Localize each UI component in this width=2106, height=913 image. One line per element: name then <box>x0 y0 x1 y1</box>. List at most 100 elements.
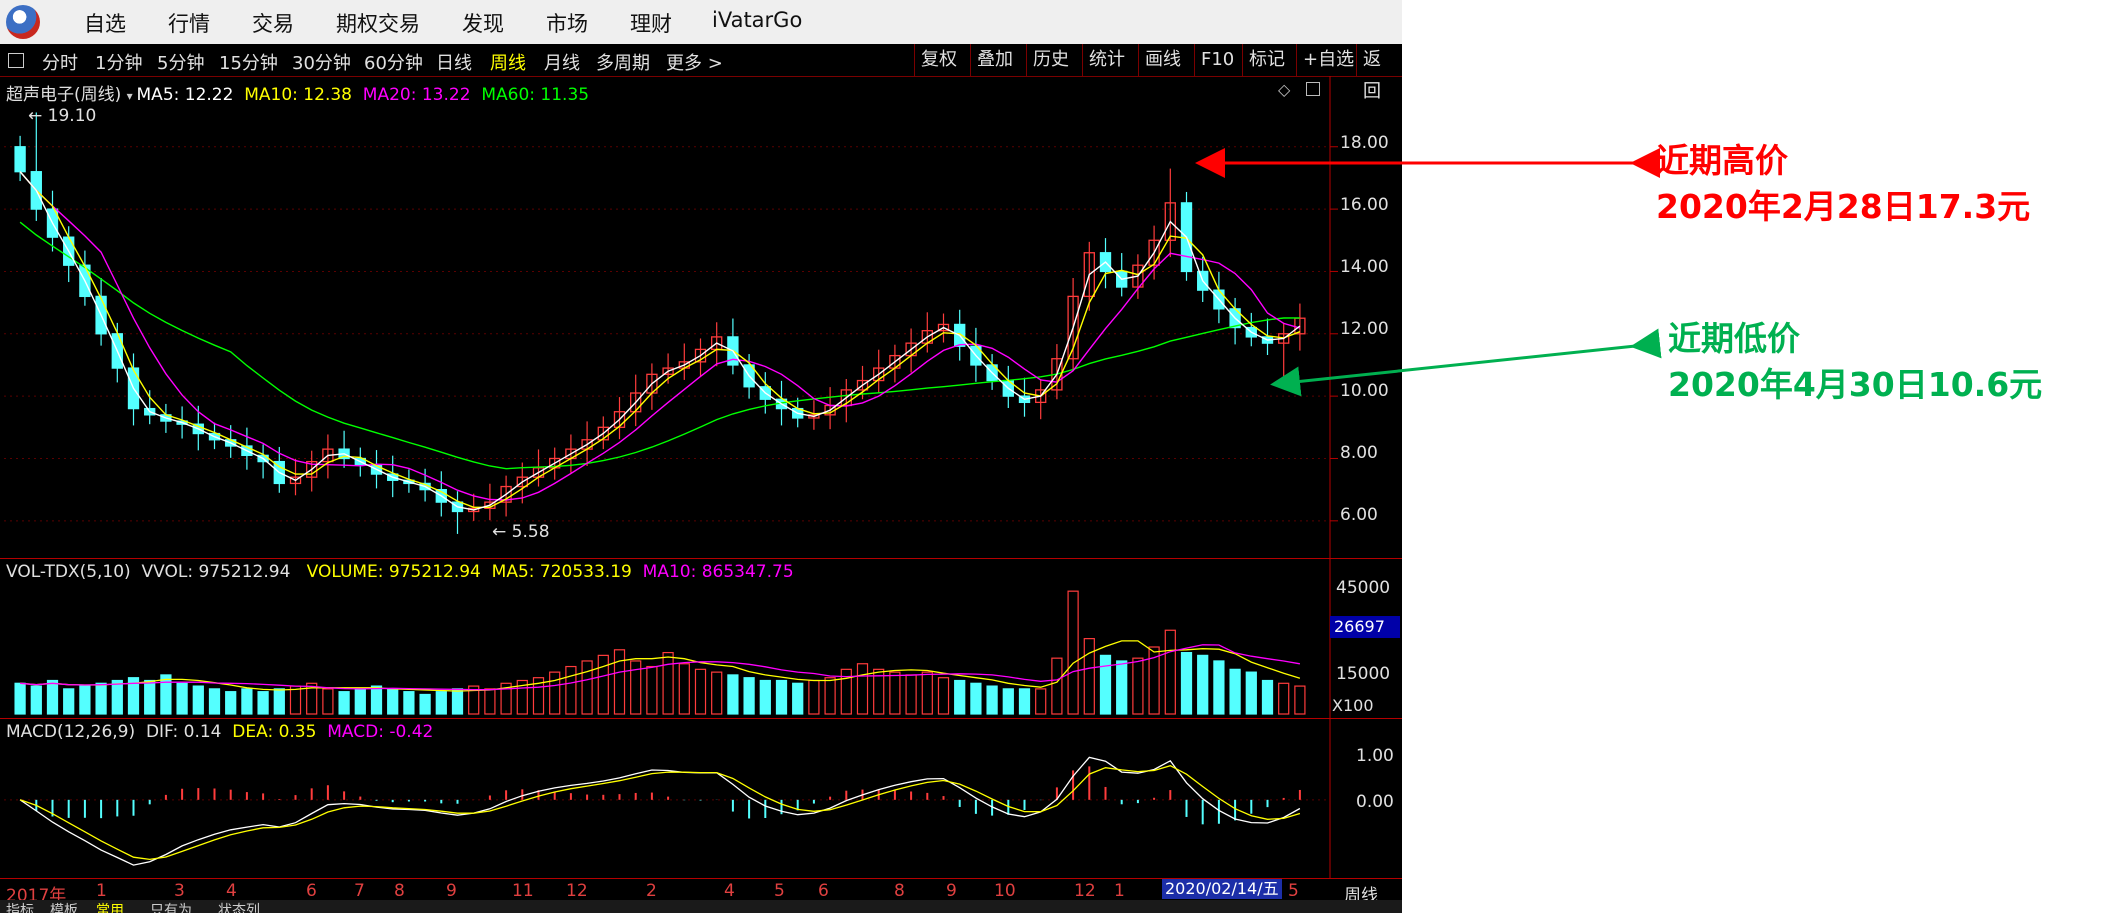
volume-bar <box>370 685 383 715</box>
volume-bar <box>273 688 285 715</box>
volume-bar <box>111 679 123 715</box>
volume-bar <box>1051 657 1063 715</box>
low-annotation-line1: 近期低价 <box>1668 319 1800 358</box>
time-label: 5 <box>774 881 785 901</box>
macd-value-label: MACD: -0.42 <box>327 722 434 742</box>
volume-bar <box>451 688 464 715</box>
price-tick: 18.00 <box>1340 133 1389 153</box>
panel-divider <box>0 558 1402 559</box>
ma10-label: MA10: 12.38 <box>244 85 352 105</box>
low-annotation-line2: 2020年4月30日10.6元 <box>1668 365 2043 404</box>
volume-bar <box>954 679 966 715</box>
tab-only[interactable]: 只有为 <box>150 900 192 913</box>
volume-bar <box>1278 682 1290 715</box>
ma10-line <box>19 171 1301 508</box>
volume-bar <box>711 671 723 715</box>
tab-indicator[interactable]: 指标 <box>6 900 34 913</box>
volume-bar <box>808 679 820 715</box>
volume-bar <box>970 682 982 715</box>
volume-bar <box>775 679 788 715</box>
time-label: 12 <box>1074 881 1096 901</box>
macd-tick: 0.00 <box>1356 792 1394 812</box>
volume-bar <box>921 671 933 715</box>
panel-toggle-icon[interactable] <box>1306 82 1320 96</box>
volume-bar <box>856 663 869 715</box>
time-label: 8 <box>394 881 405 901</box>
tab-common[interactable]: 常用 <box>96 900 124 913</box>
vol-ma5-label: MA5: 720533.19 <box>491 562 632 582</box>
volume-bar <box>1067 590 1079 715</box>
volume-bar <box>597 654 609 715</box>
volume-bar <box>387 688 399 715</box>
price-tick: 12.00 <box>1340 319 1389 339</box>
volume-bar <box>144 679 156 715</box>
volume-bar <box>1132 657 1144 715</box>
volume-bar <box>1229 668 1241 715</box>
volume-bar <box>1261 679 1274 715</box>
price-legend: 超声电子(周线) ▾ MA5: 12.22 MA10: 12.38 MA20: … <box>6 85 590 105</box>
time-axis: 2017年 1 3 4 6 7 8 9 11 12 2 4 5 6 8 9 10… <box>0 878 1402 906</box>
dea-line <box>19 765 1301 861</box>
dif-line <box>19 756 1301 866</box>
dif-label: DIF: 0.14 <box>145 722 222 742</box>
volume-bar <box>484 688 496 715</box>
high-annotation-line1: 近期高价 <box>1656 141 1788 180</box>
volume-bar <box>14 682 26 715</box>
volume-unit-label: X100 <box>1332 696 1374 715</box>
ma20-label: MA20: 13.22 <box>362 85 471 105</box>
volume-bar <box>30 685 42 715</box>
ma20-line <box>19 171 1301 501</box>
volume-legend: VOL-TDX(5,10) VVOL: 975212.94 VOLUME: 97… <box>6 562 794 582</box>
volume-bar <box>241 688 253 715</box>
volume-bar <box>63 688 75 715</box>
ma5-line <box>19 171 1301 511</box>
chart-canvas[interactable] <box>0 0 1402 913</box>
volume-bar <box>322 688 334 715</box>
volume-bar <box>727 674 739 715</box>
vol-ma10-label: MA10: 865347.75 <box>642 562 794 582</box>
time-label: 10 <box>994 881 1016 901</box>
time-label: 4 <box>226 881 237 901</box>
time-label: 2 <box>646 881 657 901</box>
time-label: 1 <box>96 881 107 901</box>
time-label: 6 <box>818 881 829 901</box>
high-annotation-line2: 2020年2月28日17.3元 <box>1656 187 2031 226</box>
volume-bar <box>986 685 998 715</box>
volume-bar <box>662 651 674 715</box>
macd-title: MACD(12,26,9) <box>6 722 136 742</box>
price-tick: 8.00 <box>1340 443 1378 463</box>
tab-template[interactable]: 模板 <box>50 900 78 913</box>
volume-bar <box>1213 660 1225 715</box>
volume-bar <box>338 691 350 715</box>
price-tick: 10.00 <box>1340 381 1389 401</box>
volume-label: VOLUME: 975212.94 <box>306 562 481 582</box>
volume-bar <box>160 674 172 715</box>
volume-bar <box>1180 651 1193 715</box>
candle-body <box>14 146 26 173</box>
panel-divider <box>0 718 1402 719</box>
volume-bar <box>1245 671 1257 715</box>
volume-bar <box>192 685 204 715</box>
volume-bar <box>208 688 221 715</box>
diamond-icon[interactable]: ◇ <box>1278 80 1290 99</box>
dea-label: DEA: 0.35 <box>232 722 317 742</box>
volume-bar <box>694 668 707 715</box>
ma5-label: MA5: 12.22 <box>136 85 234 105</box>
tab-status[interactable]: 状态列 <box>218 900 260 913</box>
volume-bar <box>435 691 447 715</box>
ma60-label: MA60: 11.35 <box>481 85 590 105</box>
vvol-label: VVOL: 975212.94 <box>141 562 291 582</box>
period-high-label: ← 19.10 <box>28 106 97 126</box>
time-label: 11 <box>512 881 534 901</box>
volume-bar <box>95 682 107 715</box>
volume-bar <box>1002 688 1014 715</box>
price-tick: 6.00 <box>1340 505 1378 525</box>
volume-bar <box>581 660 593 715</box>
volume-bar <box>289 685 302 715</box>
volume-bar <box>824 677 836 715</box>
volume-bar <box>1018 688 1031 715</box>
stock-app-window: 自选 行情 交易 期权交易 发现 市场 理财 iVatarGo 分时 1分钟 5… <box>0 0 1402 913</box>
volume-bar <box>646 665 658 715</box>
volume-bar <box>354 688 366 715</box>
volume-bar <box>743 677 755 715</box>
